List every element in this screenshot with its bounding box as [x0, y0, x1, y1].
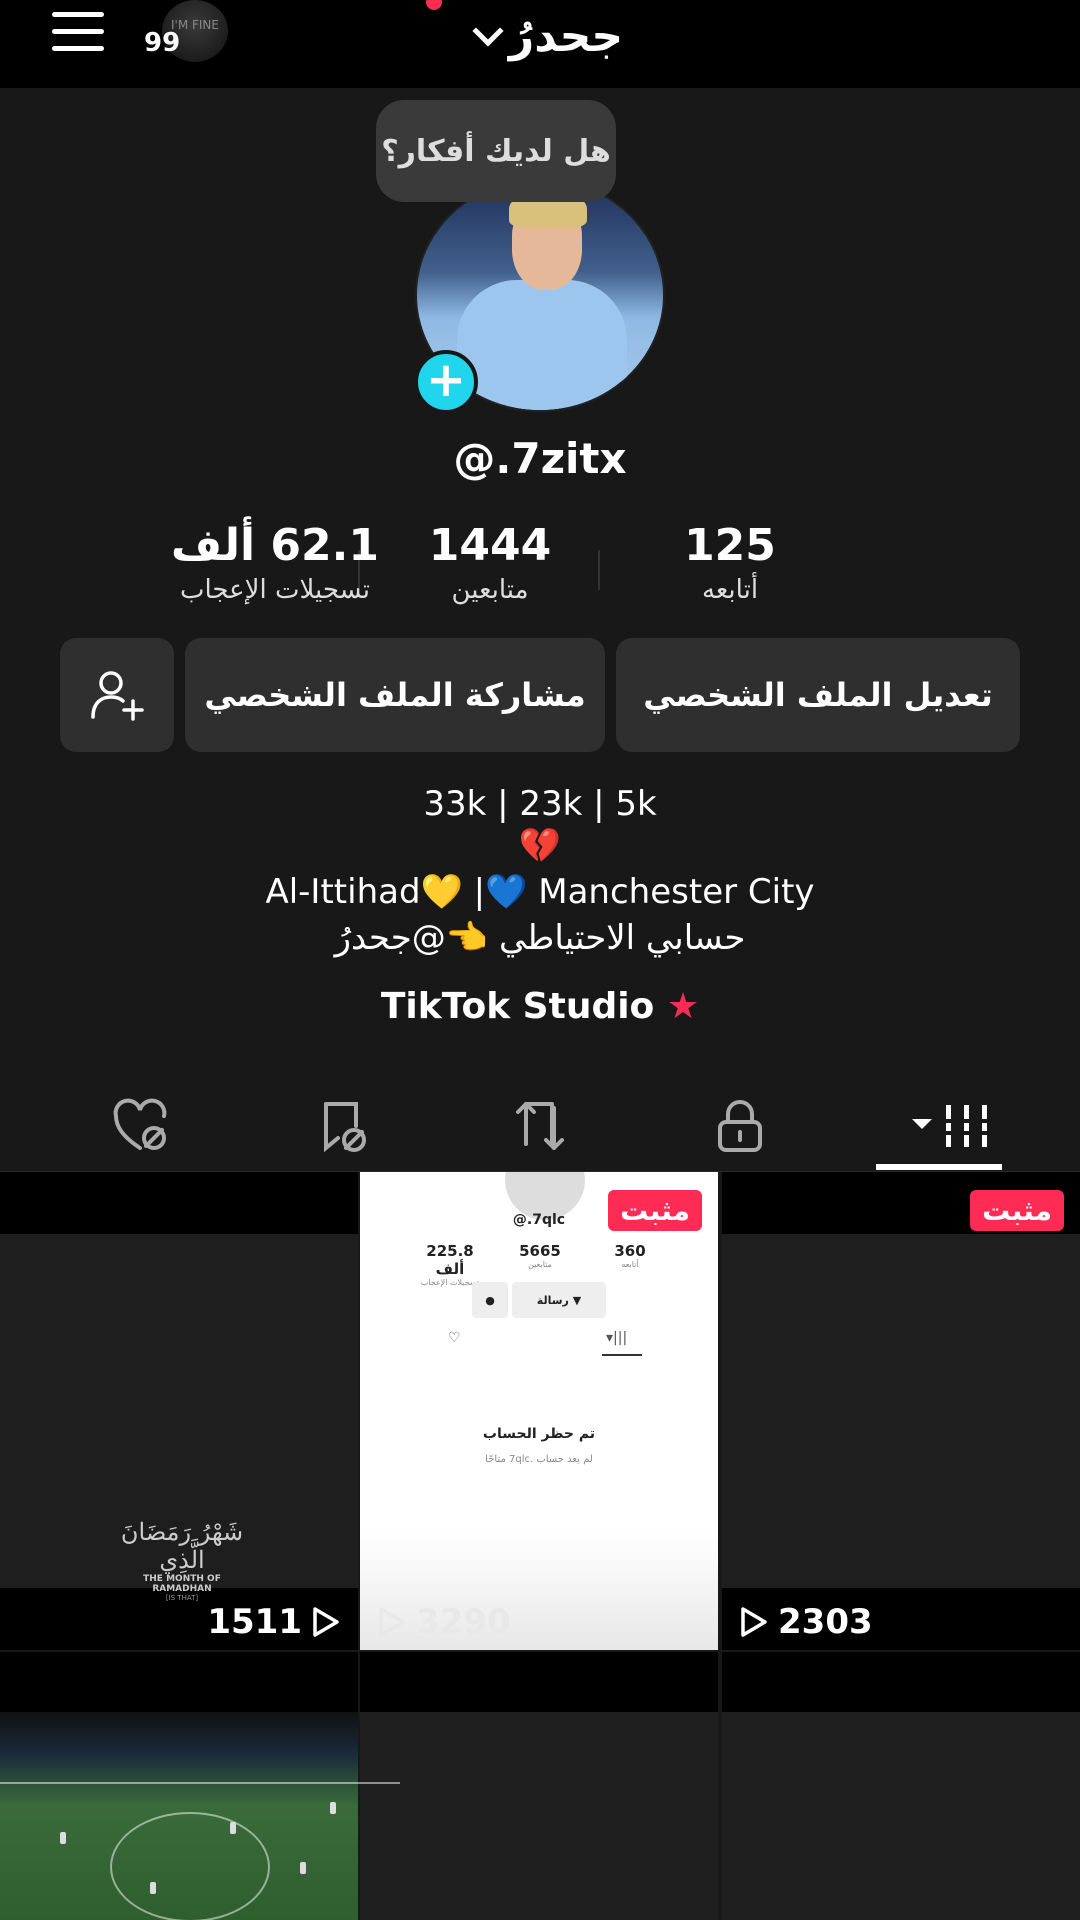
pinned-badge: مثبت	[970, 1190, 1064, 1231]
video-thumbnail[interactable]: @.7qlc 360 أتابعه 5665 متابعين 225.8 ألف…	[360, 1172, 718, 1650]
thumb-stat: 225.8 ألف تسجيلات الإعجاب	[410, 1242, 490, 1287]
add-friend-icon	[91, 671, 144, 721]
story-count: 99	[144, 28, 181, 58]
player	[150, 1882, 156, 1894]
thumb-heart-icon: ♡	[448, 1330, 461, 1346]
ramadan-arabic: شَهْرُ رَمَضَانَ الَّذِي	[120, 1518, 244, 1574]
share-profile-button[interactable]: مشاركة الملف الشخصي	[185, 638, 605, 752]
tab-reposts[interactable]	[480, 1080, 600, 1172]
play-icon	[378, 1606, 406, 1638]
stat-followers[interactable]: 1444 متابعين	[380, 520, 600, 605]
account-switcher[interactable]: جحدرُ	[440, 6, 660, 66]
top-bar: I'M FINE 99 جحدرُ	[0, 0, 1080, 88]
stat-following[interactable]: 125 أتابعه	[620, 520, 840, 605]
edit-profile-button[interactable]: تعديل الملف الشخصي	[616, 638, 1020, 752]
tab-liked[interactable]	[82, 1080, 202, 1172]
profile-stats: 125 أتابعه 1444 متابعين 62.1 ألف تسجيلات…	[171, 520, 840, 620]
thumb-grid-icon: ▾|||	[606, 1330, 628, 1346]
creator-star-icon: ★	[666, 986, 700, 1027]
player	[300, 1862, 306, 1874]
play-icon	[312, 1606, 340, 1638]
thumb-stat-value: 5665	[519, 1242, 561, 1260]
ramadan-english: THE MONTH OF RAMADHAN	[143, 1574, 221, 1594]
view-count-value: 2303	[778, 1602, 873, 1642]
thumb-stat-value: 225.8 ألف	[426, 1242, 474, 1278]
menu-icon[interactable]	[52, 12, 104, 52]
stat-likes[interactable]: 62.1 ألف تسجيلات الإعجاب	[160, 520, 390, 605]
repost-icon	[516, 1102, 564, 1150]
player	[230, 1822, 236, 1834]
thumb-stat-label: متابعين	[528, 1260, 552, 1269]
bio-line-4: حسابي الاحتياطي 👈@جحدرُ	[334, 918, 746, 958]
thumb-top-band	[360, 1652, 718, 1712]
stat-value: 62.1 ألف	[171, 520, 379, 571]
stat-value: 1444	[428, 520, 552, 571]
thumb-stat-label: أتابعه	[621, 1260, 639, 1269]
player	[330, 1802, 336, 1814]
tiktok-studio-link[interactable]: TikTok Studio ★	[0, 986, 1080, 1027]
thumb-top-band	[0, 1652, 358, 1712]
thumb-stat-value: 360	[614, 1242, 646, 1260]
pinned-badge: مثبت	[608, 1190, 702, 1231]
play-icon	[740, 1606, 768, 1638]
thumb-top-band	[0, 1172, 358, 1234]
football-pitch-thumbnail	[0, 1712, 400, 1920]
chevron-down-icon	[472, 15, 504, 47]
tab-videos[interactable]	[894, 1080, 1014, 1172]
ideas-bubble[interactable]: هل لديك أفكار؟	[376, 100, 616, 202]
video-thumbnail[interactable]: مثبت 2303	[722, 1172, 1080, 1650]
stat-label: متابعين	[451, 575, 529, 605]
bio-line-1: 33k | 23k | 5k	[423, 784, 657, 824]
thumb-message-label: رسالة	[536, 1293, 569, 1307]
send-icon: ▼	[572, 1293, 582, 1307]
view-count: 2303	[740, 1602, 873, 1642]
view-count: 3290	[378, 1602, 511, 1642]
saved-hidden-icon	[324, 1102, 366, 1153]
tab-private[interactable]	[680, 1080, 800, 1172]
thumb-blocked-subtitle: لم يعد حساب .7qlc متاحًا	[485, 1454, 593, 1465]
bio-line-2: 💔	[518, 826, 562, 866]
video-thumbnail[interactable]	[722, 1652, 1080, 1920]
stat-label: تسجيلات الإعجاب	[179, 575, 371, 605]
view-count: 1511	[207, 1602, 340, 1642]
studio-label: TikTok Studio	[380, 986, 655, 1027]
account-name: جحدرُ	[508, 10, 624, 62]
thumb-user-icon: ●	[472, 1282, 508, 1318]
stat-value: 125	[684, 520, 776, 571]
ramadan-sub: [IS THAT]	[165, 1594, 199, 1602]
view-count-value: 3290	[416, 1602, 511, 1642]
thumb-tab-indicator	[602, 1354, 642, 1356]
thumb-stat: 5665 متابعين	[500, 1242, 580, 1269]
ramadan-calligraphy: شَهْرُ رَمَضَانَ الَّذِي THE MONTH OF RA…	[112, 1518, 252, 1602]
grid-videos-icon	[912, 1105, 990, 1147]
thumb-stat: 360 أتابعه	[590, 1242, 670, 1269]
player	[60, 1832, 66, 1844]
plus-icon: +	[425, 352, 467, 408]
view-count-value: 1511	[207, 1602, 302, 1642]
content-tabs	[0, 1080, 1080, 1172]
pitch-line	[0, 1782, 400, 1784]
stat-label: أتابعه	[701, 575, 759, 605]
lock-icon	[718, 1100, 762, 1152]
add-friend-button[interactable]	[60, 638, 174, 752]
add-story-button[interactable]: +	[414, 350, 478, 414]
pitch-circle	[110, 1812, 270, 1920]
thumb-blocked-title: تم حظر الحساب	[482, 1426, 596, 1442]
liked-hidden-icon	[113, 1098, 167, 1150]
video-thumbnail[interactable]	[360, 1652, 718, 1920]
thumb-top-band	[722, 1652, 1080, 1712]
avatar-shirt	[457, 280, 627, 410]
tab-saved[interactable]	[284, 1080, 404, 1172]
username: @.7zitx	[453, 434, 627, 483]
bio-line-3: Al-Ittihad💛 |💙 Manchester City	[265, 872, 815, 912]
thumb-message-button: ▼ رسالة	[512, 1282, 606, 1318]
active-tab-indicator	[876, 1164, 1002, 1170]
